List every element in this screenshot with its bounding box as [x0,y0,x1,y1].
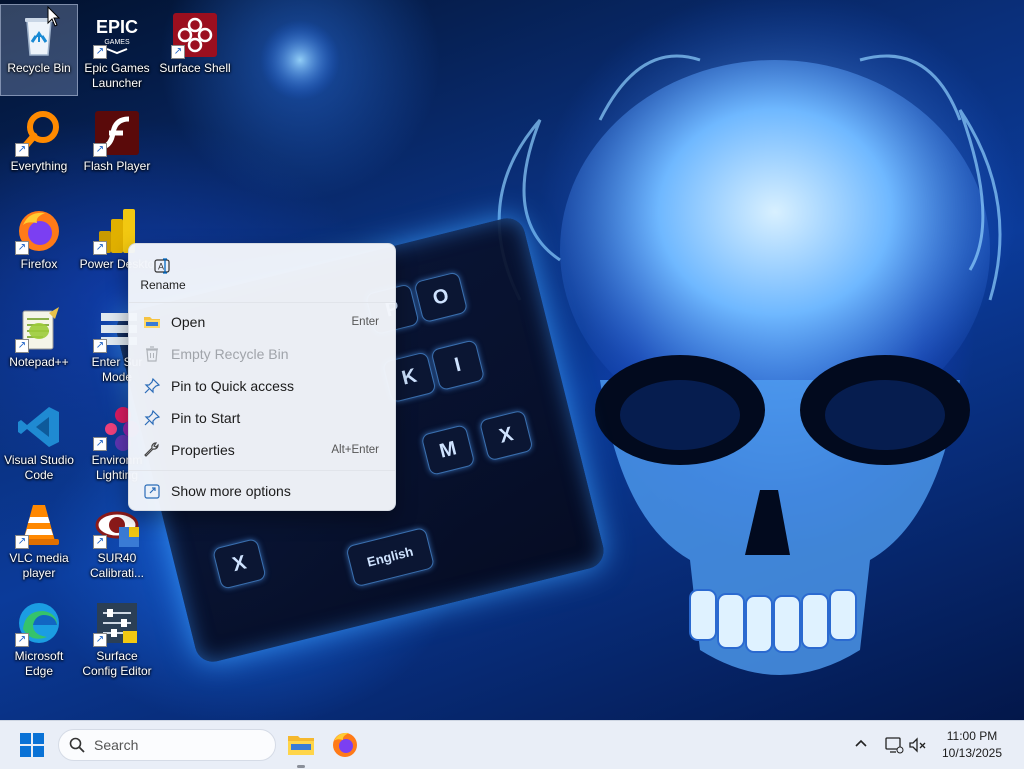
vlc-icon: ↗ [15,501,63,549]
surface-config-editor-icon: ↗ [93,599,141,647]
menu-divider [129,470,395,471]
shortcut-arrow-icon: ↗ [15,241,29,255]
shortcut-arrow-icon: ↗ [93,535,107,549]
clock-time: 11:00 PM [946,729,998,743]
notepad-plus-plus-icon: ↗ [15,305,63,353]
desktop-icon-notepad-plus-plus[interactable]: ↗ Notepad++ [0,298,78,390]
desktop-icon-label: Firefox [20,257,58,271]
folder-open-icon [144,317,160,328]
desktop-icon-vlc[interactable]: ↗ VLC media player [0,494,78,586]
taskbar: Search 11:00 PM 10/13/2025 [0,720,1024,769]
desktop-icon-firefox[interactable]: ↗ Firefox [0,200,78,292]
menu-item-show-more-options[interactable]: Show more options [133,476,391,506]
menu-item-label: Pin to Start [171,410,241,426]
taskbar-clock[interactable]: 11:00 PM 10/13/2025 [928,728,1016,762]
volume-muted-icon[interactable] [908,735,928,755]
rename-icon: A [154,258,170,274]
shortcut-arrow-icon: ↗ [93,437,107,451]
wallpaper-key: I [430,339,486,392]
menu-item-label: Pin to Quick access [171,378,294,394]
chevron-up-icon[interactable] [852,735,870,753]
desktop-icon-label: Visual Studio Code [4,453,74,482]
firefox-icon[interactable] [329,729,361,761]
shortcut-arrow-icon: ↗ [15,339,29,353]
windows-start-button[interactable] [20,733,44,757]
desktop-icon-label: Epic Games Launcher [84,61,150,90]
desktop-icon-label: Surface Shell [159,61,231,75]
desktop-icon-edge[interactable]: ↗ Microsoft Edge [0,592,78,684]
menu-item-label: Empty Recycle Bin [171,346,289,362]
epic-games-icon: EPIC GAMES ↗ [93,11,141,59]
taskbar-search-box[interactable]: Search [58,729,276,761]
firefox-icon: ↗ [15,207,63,255]
desktop-icon-label: SUR40 Calibrati... [89,551,145,580]
file-explorer-icon[interactable] [285,729,317,761]
clock-date: 10/13/2025 [941,746,1003,760]
wallpaper-key: O [413,271,469,324]
desktop-icon-recycle-bin[interactable]: Recycle Bin [0,4,78,96]
share-icon [144,484,160,499]
rename-button[interactable]: A Rename [135,250,191,298]
wallpaper-key: M [420,424,476,476]
desktop-icon-everything[interactable]: ↗ Everything [0,102,78,194]
menu-item-label: Properties [171,442,235,458]
desktop-icon-flash-player[interactable]: ↗ Flash Player [78,102,156,194]
shortcut-arrow-icon: ↗ [93,339,107,353]
desktop-icon-label: Everything [10,159,68,173]
context-menu-quick-actions: A Rename [129,244,395,303]
network-icon[interactable] [884,735,904,755]
wallpaper-key: X [478,409,534,462]
shortcut-arrow-icon: ↗ [93,633,107,647]
desktop-icon-label: Recycle Bin [7,61,71,75]
pin-icon [144,377,161,394]
edge-icon: ↗ [15,599,63,647]
menu-item-shortcut: Enter [351,316,380,328]
desktop-icon-label: Microsoft Edge [14,649,64,678]
wallpaper-key: English [345,526,436,588]
desktop-icon-surface-config-editor[interactable]: ↗ Surface Config Editor [78,592,156,684]
search-placeholder: Search [94,737,139,753]
shortcut-arrow-icon: ↗ [93,143,107,157]
svg-text:A: A [158,262,164,272]
desktop-icon-label: Surface Config Editor [82,649,152,678]
shortcut-arrow-icon: ↗ [93,45,107,59]
menu-item-label: Open [171,314,206,330]
epic-logo-sub: GAMES [104,39,130,46]
rename-label: Rename [140,278,186,292]
shortcut-arrow-icon: ↗ [15,535,29,549]
shortcut-arrow-icon: ↗ [15,633,29,647]
menu-item-pin-start[interactable]: Pin to Start [133,403,391,433]
desktop-icon-label: Notepad++ [9,355,69,369]
search-icon [69,737,85,753]
epic-logo-text: EPIC [96,17,138,37]
mouse-pointer-icon [47,6,61,27]
desktop-icon-label: VLC media player [9,551,69,580]
desktop-icon-label: Flash Player [83,159,151,173]
context-menu: A Rename Open Enter Empty Recycle Bin Pi… [128,243,396,511]
desktop-icon-epic-games[interactable]: EPIC GAMES ↗ Epic Games Launcher [78,4,156,96]
menu-item-shortcut: Alt+Enter [331,444,379,456]
trash-icon [146,346,158,362]
menu-item-label: Show more options [171,483,291,499]
menu-item-open[interactable]: Open Enter [133,307,391,337]
menu-item-empty-recycle-bin[interactable]: Empty Recycle Bin [133,339,391,369]
menu-item-pin-quick-access[interactable]: Pin to Quick access [133,371,391,401]
shortcut-arrow-icon: ↗ [93,241,107,255]
desktop-icon-vscode[interactable]: Visual Studio Code [0,396,78,488]
wallpaper-key: X [211,537,267,590]
vscode-icon [15,403,63,451]
menu-item-properties[interactable]: Properties Alt+Enter [133,435,391,465]
shortcut-arrow-icon: ↗ [15,143,29,157]
wrench-icon [144,442,159,457]
pin-icon [144,409,161,426]
flash-player-icon: ↗ [93,109,141,157]
shortcut-arrow-icon: ↗ [171,45,185,59]
surface-shell-icon: ↗ [171,11,219,59]
desktop-icon-surface-shell[interactable]: ↗ Surface Shell [156,4,234,96]
everything-search-icon: ↗ [15,109,63,157]
